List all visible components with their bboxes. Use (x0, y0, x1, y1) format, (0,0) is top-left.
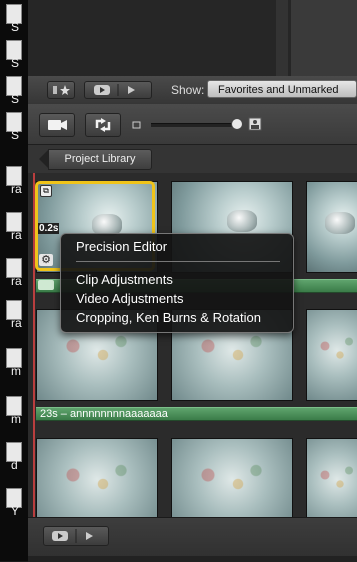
project-library-bar: Project Library (28, 145, 357, 173)
clip-thumbnail[interactable] (306, 309, 357, 401)
desktop-file-label: S (11, 92, 20, 106)
crop-icon[interactable]: ⧉ (40, 185, 52, 197)
desktop-file-label: m (11, 364, 21, 378)
viewer-panel (291, 0, 357, 76)
slider-knob[interactable] (231, 118, 243, 130)
menu-item-cropping[interactable]: Cropping, Ken Burns & Rotation (76, 310, 261, 325)
play-icon (94, 84, 135, 96)
desktop-file-icon[interactable]: S (3, 76, 25, 106)
playback-buttons[interactable] (84, 81, 152, 99)
desktop-file-label: S (11, 56, 20, 70)
star-icon (53, 85, 70, 95)
desktop-file-icon[interactable]: ra (3, 212, 25, 242)
small-thumbnail-icon (132, 121, 141, 129)
clip-context-menu: Precision Editor Clip Adjustments Video … (60, 233, 294, 333)
desktop-file-label: S (11, 20, 20, 34)
thumbnail-size-slider[interactable] (151, 123, 237, 127)
show-label: Show: (171, 83, 205, 97)
viewer-divider (276, 0, 288, 76)
desktop-file-label: d (11, 458, 18, 472)
clip-duration: 0.2s (38, 223, 60, 234)
large-thumbnail-icon (248, 117, 262, 131)
desktop-file-icon[interactable]: ra (3, 258, 25, 288)
clip-thumbnail[interactable] (171, 438, 293, 517)
desktop-file-icon[interactable]: S (3, 112, 25, 142)
desktop-file-icon[interactable]: ra (3, 166, 25, 196)
event-browser: ⧉ 0.2s ⚙ 23s – annnnnnnnaaaaaaa (28, 173, 357, 517)
desktop-file-icon[interactable]: S (3, 40, 25, 70)
desktop-file-icon[interactable]: m (3, 348, 25, 378)
desktop-file-label: ra (11, 274, 22, 288)
desktop-file-label: ra (11, 316, 22, 330)
menu-item-precision-editor[interactable]: Precision Editor (76, 239, 167, 254)
swap-arrows-icon (95, 118, 111, 132)
clip-thumbnail[interactable] (306, 181, 357, 273)
desktop-file-label: ra (11, 182, 22, 196)
menu-item-video-adjustments[interactable]: Video Adjustments (76, 291, 183, 306)
desktop-file-icon[interactable]: S (3, 4, 25, 34)
gear-icon[interactable]: ⚙ (39, 254, 53, 266)
desktop-file-icon[interactable]: Y (3, 488, 25, 518)
desktop-file-label: Y (11, 504, 20, 518)
desktop-file-icon[interactable]: ra (3, 300, 25, 330)
clip-thumbnail[interactable] (36, 438, 158, 517)
show-filter-select[interactable]: Favorites and Unmarked (207, 80, 357, 98)
desktop-file-label: S (11, 128, 20, 142)
event-tools-bar (28, 104, 357, 145)
bottom-strip (28, 556, 357, 562)
event-browser-toolbar: Show: Favorites and Unmarked (28, 76, 357, 105)
play-icon (52, 529, 93, 543)
clip-thumbnail[interactable] (306, 438, 357, 517)
bottom-toolbar (28, 517, 357, 562)
event-library-button[interactable] (47, 81, 75, 99)
clip-label: 23s – annnnnnnnaaaaaaa (40, 408, 168, 420)
desktop-file-label: m (11, 412, 21, 426)
viewer-area (28, 0, 357, 76)
menu-separator (76, 261, 280, 262)
clip-action-icon[interactable] (38, 280, 54, 290)
swap-events-button[interactable] (85, 113, 121, 137)
menu-item-clip-adjustments[interactable]: Clip Adjustments (76, 272, 173, 287)
desktop-file-icon[interactable]: d (3, 442, 25, 472)
camera-icon (48, 120, 67, 130)
playhead-line (33, 173, 35, 517)
desktop-file-label: ra (11, 228, 22, 242)
desktop-file-icon[interactable]: m (3, 396, 25, 426)
bottom-playback-buttons[interactable] (43, 526, 109, 546)
project-library-button[interactable]: Project Library (39, 149, 152, 170)
camera-import-button[interactable] (39, 113, 75, 137)
desktop-sidebar: S S S S ra ra ra ra m m d Y (0, 0, 28, 561)
